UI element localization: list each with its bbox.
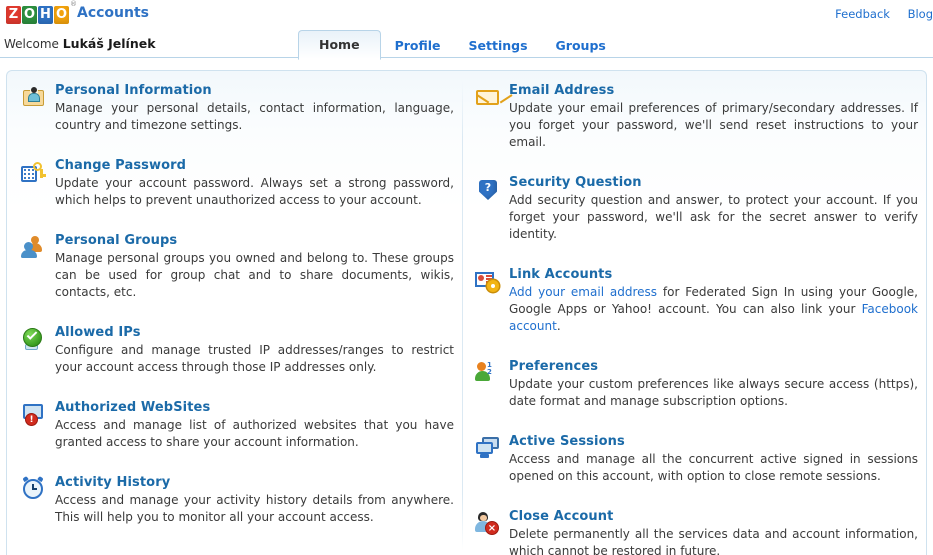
logo-letter-o2: O — [54, 6, 69, 24]
authorized-websites-icon: ! — [21, 402, 47, 428]
email-address-icon — [475, 85, 501, 111]
preferences-icon: 1 2 — [475, 361, 501, 387]
card-title[interactable]: Authorized WebSites — [55, 400, 454, 415]
card-allowed-ips[interactable]: Allowed IPs Configure and manage trusted… — [21, 325, 454, 376]
card-email-address[interactable]: Email Address Update your email preferen… — [475, 83, 918, 151]
question-mark-glyph: ? — [479, 180, 497, 196]
card-description: Manage personal groups you owned and bel… — [55, 250, 454, 301]
main-tab-bar: Home Profile Settings Groups — [0, 30, 933, 58]
blog-link[interactable]: Blog — [908, 7, 933, 21]
card-title[interactable]: Close Account — [509, 509, 918, 524]
registered-mark-icon: ® — [70, 0, 77, 8]
allowed-ips-icon — [21, 327, 47, 353]
card-preferences[interactable]: 1 2 Preferences Update your custom prefe… — [475, 359, 918, 410]
card-description: Delete permanently all the services data… — [509, 526, 918, 555]
link-accounts-icon — [475, 269, 501, 295]
close-badge-glyph: × — [485, 521, 499, 535]
card-change-password[interactable]: Change Password Update your account pass… — [21, 158, 454, 209]
tab-groups[interactable]: Groups — [542, 32, 620, 60]
card-title[interactable]: Link Accounts — [509, 267, 918, 282]
card-title[interactable]: Security Question — [509, 175, 918, 190]
card-description: Add your email address for Federated Sig… — [509, 284, 918, 335]
settings-grid: Personal Information Manage your persona… — [7, 71, 926, 555]
page-root: Z O H O ® Accounts Welcome Lukáš Jelínek… — [0, 0, 933, 555]
card-description: Manage your personal details, contact in… — [55, 100, 454, 134]
card-personal-groups[interactable]: Personal Groups Manage personal groups y… — [21, 233, 454, 301]
add-email-address-link[interactable]: Add your email address — [509, 285, 657, 299]
security-question-icon: ? — [475, 177, 501, 203]
card-security-question[interactable]: ? Security Question Add security questio… — [475, 175, 918, 243]
change-password-icon — [21, 160, 47, 186]
card-activity-history[interactable]: Activity History Access and manage your … — [21, 475, 454, 526]
personal-information-icon — [21, 85, 47, 111]
personal-groups-icon — [21, 235, 47, 261]
card-title[interactable]: Change Password — [55, 158, 454, 173]
feedback-link[interactable]: Feedback — [835, 7, 890, 21]
card-title[interactable]: Active Sessions — [509, 434, 918, 449]
card-title[interactable]: Activity History — [55, 475, 454, 490]
logo-letter-o1: O — [22, 6, 37, 24]
card-description: Update your email preferences of primary… — [509, 100, 918, 151]
logo-letter-h: H — [38, 6, 53, 24]
alert-badge-glyph: ! — [25, 413, 38, 426]
card-title[interactable]: Allowed IPs — [55, 325, 454, 340]
activity-history-icon — [21, 477, 47, 503]
link-accounts-text-end: . — [557, 319, 561, 333]
left-column: Personal Information Manage your persona… — [7, 83, 462, 555]
card-description: Update your custom preferences like alwa… — [509, 376, 918, 410]
card-authorized-websites[interactable]: ! Authorized WebSites Access and manage … — [21, 400, 454, 451]
card-description: Access and manage your activity history … — [55, 492, 454, 526]
card-title[interactable]: Email Address — [509, 83, 918, 98]
tab-settings[interactable]: Settings — [455, 32, 542, 60]
preferences-num-2: 2 — [487, 368, 492, 376]
zoho-logo[interactable]: Z O H O ® Accounts — [6, 2, 149, 24]
active-sessions-icon — [475, 436, 501, 462]
top-links: Feedback Blog — [821, 7, 933, 21]
page-header: Z O H O ® Accounts Welcome Lukáš Jelínek… — [0, 0, 933, 58]
tab-home[interactable]: Home — [298, 30, 381, 60]
card-title[interactable]: Personal Information — [55, 83, 454, 98]
product-name: Accounts — [77, 5, 149, 21]
tab-list: Home Profile Settings Groups — [298, 30, 620, 60]
right-column: Email Address Update your email preferen… — [463, 83, 927, 555]
card-description: Update your account password. Always set… — [55, 175, 454, 209]
card-personal-information[interactable]: Personal Information Manage your persona… — [21, 83, 454, 134]
card-description: Access and manage all the concurrent act… — [509, 451, 918, 485]
card-link-accounts[interactable]: Link Accounts Add your email address for… — [475, 267, 918, 335]
card-close-account[interactable]: × Close Account Delete permanently all t… — [475, 509, 918, 555]
card-description: Access and manage list of authorized web… — [55, 417, 454, 451]
home-panel: Personal Information Manage your persona… — [6, 70, 927, 555]
card-description: Add security question and answer, to pro… — [509, 192, 918, 243]
card-active-sessions[interactable]: Active Sessions Access and manage all th… — [475, 434, 918, 485]
close-account-icon: × — [475, 511, 501, 537]
logo-letter-z: Z — [6, 6, 21, 24]
card-description: Configure and manage trusted IP addresse… — [55, 342, 454, 376]
card-title[interactable]: Personal Groups — [55, 233, 454, 248]
tab-profile[interactable]: Profile — [381, 32, 455, 60]
zoho-logo-boxes: Z O H O ® — [6, 2, 70, 24]
card-title[interactable]: Preferences — [509, 359, 918, 374]
